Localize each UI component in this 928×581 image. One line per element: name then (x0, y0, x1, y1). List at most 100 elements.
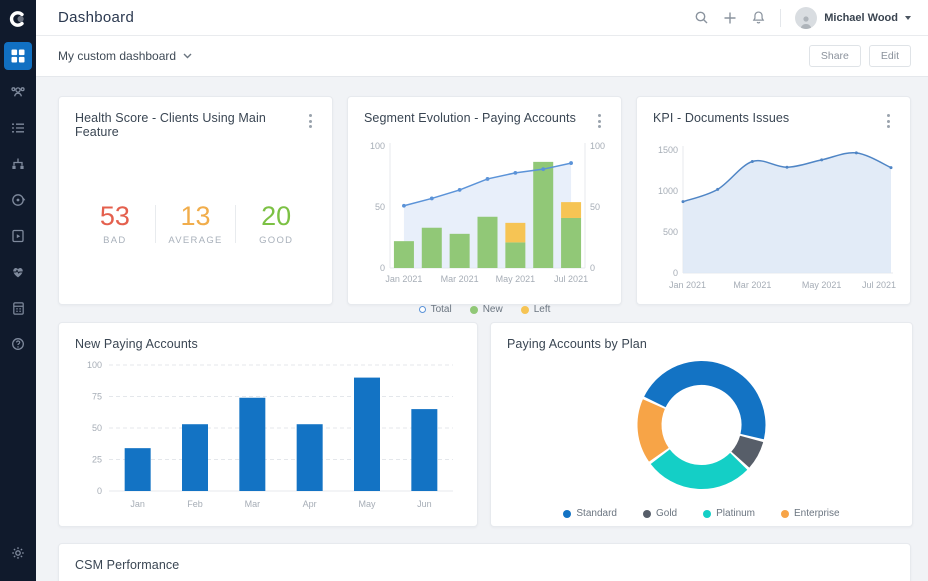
dashboard-selector[interactable]: My custom dashboard (58, 49, 192, 63)
sidebar-item-playbooks[interactable] (0, 218, 36, 254)
metric-label: AVERAGE (168, 235, 223, 246)
gear-icon (12, 547, 24, 559)
chevron-down-icon (183, 53, 192, 59)
search-button[interactable] (694, 10, 709, 25)
bell-icon (752, 11, 765, 24)
metric-bad: 53 BAD (75, 201, 155, 246)
svg-text:Feb: Feb (187, 499, 203, 509)
svg-text:500: 500 (663, 227, 678, 237)
legend-dot (418, 306, 426, 313)
card-csm-performance: CSM Performance (58, 543, 911, 581)
legend-dot (703, 509, 712, 518)
sidebar-item-help[interactable] (0, 326, 36, 362)
legend-label: Total (430, 304, 452, 315)
edit-button[interactable]: Edit (868, 45, 911, 67)
card-title: Health Score - Clients Using Main Featur… (75, 111, 266, 139)
legend-item[interactable]: Total (418, 304, 452, 315)
sidebar-item-tasks[interactable] (0, 110, 36, 146)
legend-item[interactable]: Standard (563, 508, 617, 519)
legend-label: New (482, 304, 503, 315)
dashboard-toolbar: My custom dashboard Share Edit (36, 36, 928, 77)
sidebar-item-settings[interactable] (0, 535, 36, 571)
metric-label: GOOD (259, 235, 294, 246)
card-menu-button[interactable] (883, 112, 894, 130)
sitemap-icon (12, 158, 24, 169)
card-new-paying-accounts: New Paying Accounts 0 25 50 75 100 Jan Feb Mar A… (58, 322, 478, 527)
legend-label: Gold (655, 508, 678, 519)
svg-text:Jan 2021: Jan 2021 (669, 280, 706, 290)
health-metrics: 53 BAD 13 AVERAGE 20 GOOD (75, 157, 316, 290)
legend-item[interactable]: New (469, 304, 503, 315)
brand-logo[interactable] (0, 0, 36, 38)
svg-text:1000: 1000 (658, 186, 678, 196)
user-menu[interactable]: Michael Wood (795, 6, 911, 29)
sidebar-item-dashboard[interactable] (4, 42, 32, 70)
search-icon (695, 11, 708, 24)
metric-average: 13 AVERAGE (156, 201, 236, 246)
avatar-person-icon (800, 15, 812, 29)
card-paying-accounts-by-plan: Paying Accounts by Plan Standard Gold Plat… (490, 322, 913, 527)
notifications-button[interactable] (751, 10, 766, 25)
checklist-icon (12, 123, 24, 133)
svg-text:100: 100 (370, 141, 385, 151)
dashboard-grid-icon (11, 49, 25, 63)
svg-text:0: 0 (97, 486, 102, 496)
lifecycle-icon (12, 194, 26, 206)
svg-text:Jan: Jan (130, 499, 145, 509)
avatar (795, 6, 818, 29)
card-menu-button[interactable] (594, 112, 605, 130)
dashboard-content: Health Score - Clients Using Main Featur… (36, 77, 928, 581)
sidebar-nav (0, 38, 36, 362)
card-title: KPI - Documents Issues (653, 111, 790, 125)
legend-dot (781, 509, 790, 518)
metric-good: 20 GOOD (236, 201, 316, 246)
svg-text:25: 25 (92, 455, 102, 465)
legend-dot (469, 305, 478, 314)
help-icon (12, 338, 24, 350)
sidebar-item-workflows[interactable] (0, 146, 36, 182)
metric-value: 13 (180, 201, 211, 231)
legend-item[interactable]: Gold (642, 508, 678, 519)
segment-evolution-chart: 0 0 50 50 100 100 Jan 2021 Mar 2021 May 2021 Jul … (364, 138, 605, 301)
card-kpi-documents: KPI - Documents Issues 0 500 1000 1500 Jan 2… (636, 96, 911, 305)
legend-item[interactable]: Left (520, 304, 550, 315)
legend-dot (520, 305, 529, 314)
share-button[interactable]: Share (808, 45, 861, 67)
svg-text:May 2021: May 2021 (802, 280, 842, 290)
svg-text:May 2021: May 2021 (496, 274, 536, 284)
sidebar-item-calculator[interactable] (0, 290, 36, 326)
header-actions: Michael Wood (694, 6, 911, 29)
sidebar-item-health[interactable] (0, 254, 36, 290)
sidebar-item-customers[interactable] (0, 74, 36, 110)
svg-text:0: 0 (380, 263, 385, 273)
svg-text:Mar: Mar (245, 499, 261, 509)
user-name: Michael Wood (824, 11, 898, 24)
sidebar (0, 0, 36, 581)
dashboard-selector-label: My custom dashboard (58, 49, 177, 63)
cards-row-3: CSM Performance (58, 543, 911, 581)
svg-text:Jan 2021: Jan 2021 (385, 274, 422, 284)
card-menu-button[interactable] (305, 112, 316, 130)
add-button[interactable] (723, 11, 737, 25)
segment-evolution-legend: Total New Left (364, 304, 605, 315)
legend-label: Standard (576, 508, 617, 519)
svg-text:Jul 2021: Jul 2021 (862, 280, 896, 290)
svg-text:Mar 2021: Mar 2021 (733, 280, 771, 290)
legend-item[interactable]: Enterprise (781, 508, 840, 519)
svg-text:1500: 1500 (658, 145, 678, 155)
legend-label: Enterprise (794, 508, 840, 519)
header-divider (780, 8, 782, 27)
legend-item[interactable]: Platinum (703, 508, 755, 519)
card-title: CSM Performance (75, 558, 180, 572)
kpi-documents-chart: 0 500 1000 1500 Jan 2021 Mar 2021 May 2021 Jul … (653, 138, 896, 307)
svg-text:Jun: Jun (417, 499, 432, 509)
svg-text:0: 0 (590, 263, 595, 273)
toolbar-buttons: Share Edit (808, 45, 911, 67)
sidebar-item-lifecycle[interactable] (0, 182, 36, 218)
metric-value: 20 (261, 201, 292, 231)
paying-accounts-by-plan-legend: Standard Gold Platinum Enterprise (507, 508, 896, 519)
page-title: Dashboard (58, 9, 135, 26)
chevron-down-icon (905, 15, 911, 20)
legend-dot (563, 509, 572, 518)
card-title: Paying Accounts by Plan (507, 337, 647, 351)
